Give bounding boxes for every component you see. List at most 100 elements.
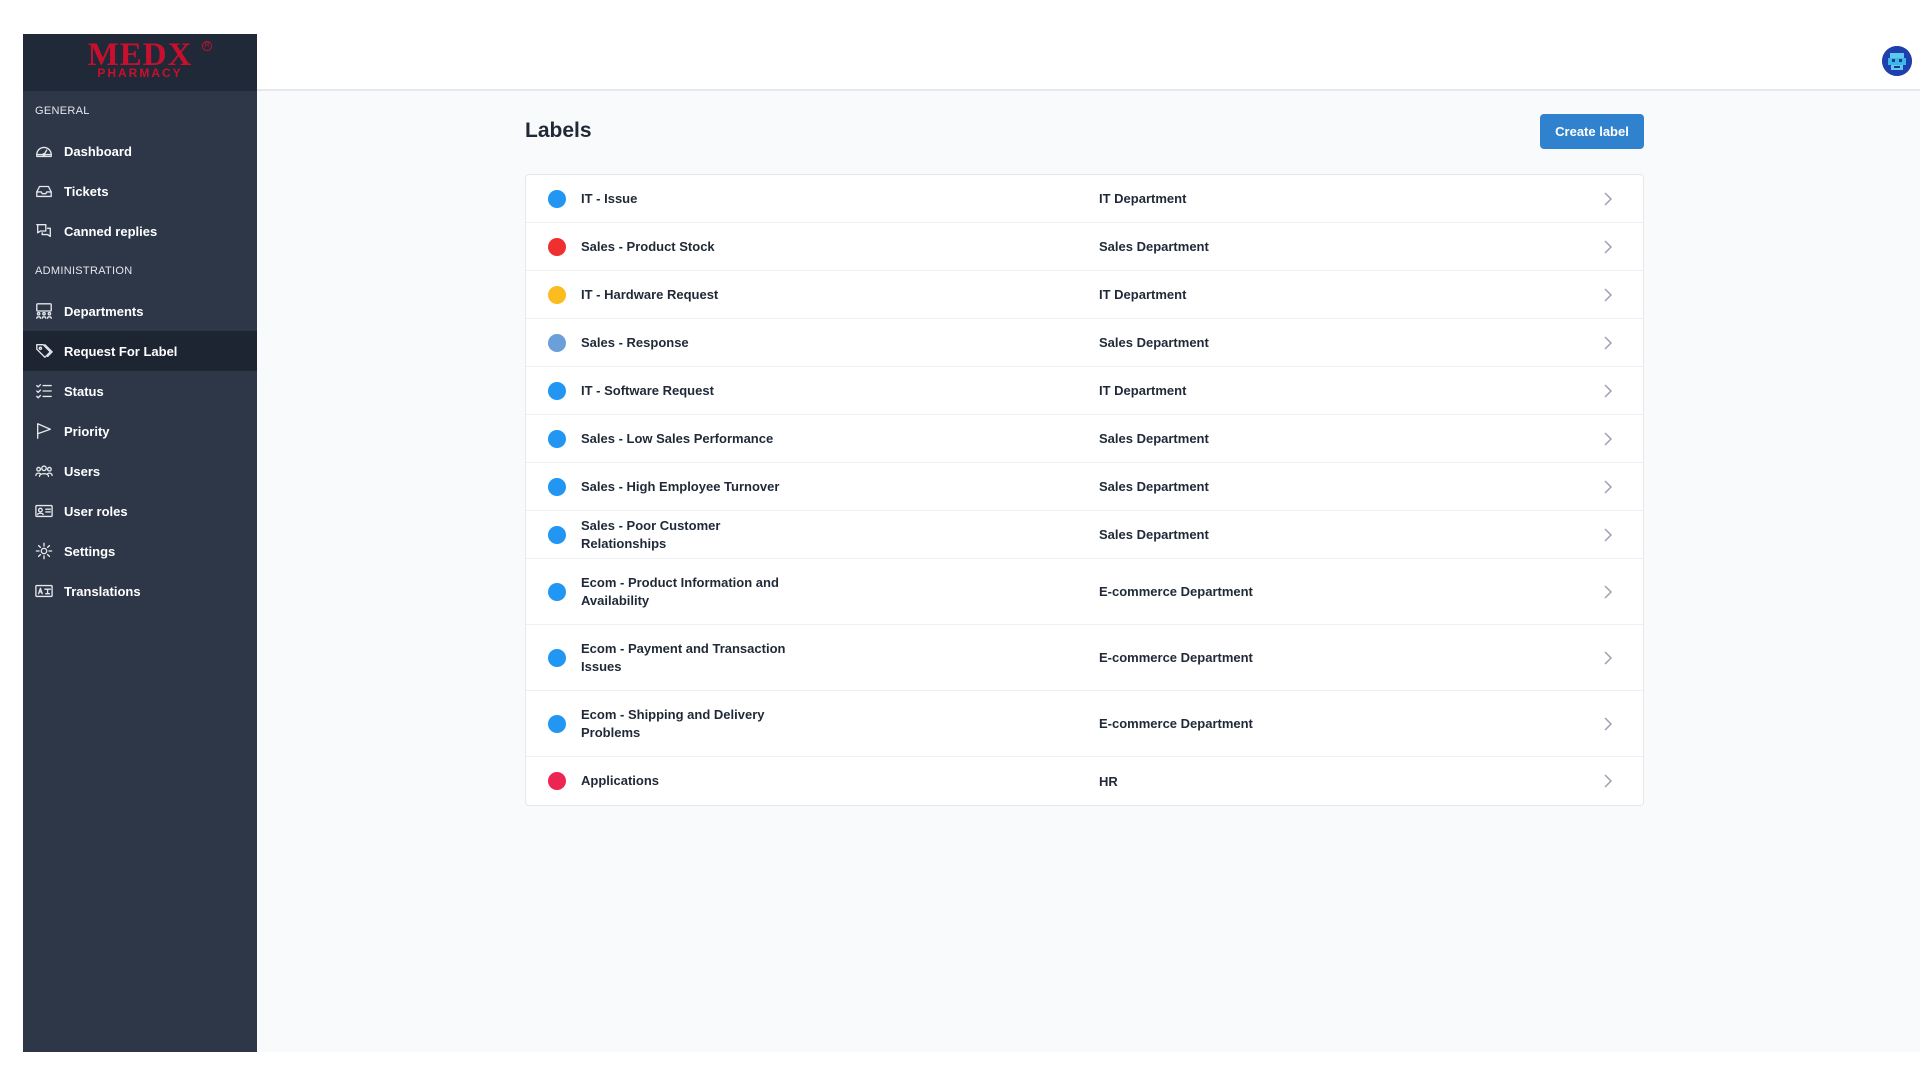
label-department: Sales Department (1099, 239, 1209, 254)
labels-list: IT - Issue IT Department Sales - Product S… (525, 174, 1644, 806)
label-color-dot (548, 525, 566, 544)
logo[interactable]: MEDX PHARMACY R (23, 34, 257, 91)
sidebar-item-label: Settings (64, 543, 116, 559)
dashboard-gauge-icon (35, 142, 53, 160)
label-row-content: Sales - High Employee Turnover Sales Depa… (526, 463, 1643, 510)
label-row[interactable]: Sales - Poor Customer Relationships Sales… (526, 511, 1643, 559)
sidebar-item-translations[interactable]: Translations (23, 571, 257, 611)
label-color-dot (548, 237, 566, 256)
page-header: Labels Create label (525, 91, 1644, 171)
label-name: IT - Issue (581, 190, 638, 206)
sidebar-item-dashboard[interactable]: Dashboard (23, 131, 257, 171)
label-row[interactable]: Ecom - Shipping and Delivery Problems E-c… (526, 691, 1643, 757)
sidebar-item-settings[interactable]: Settings (23, 531, 257, 571)
page-title: Labels (525, 119, 592, 142)
flag-icon (35, 422, 53, 440)
label-row-content: IT - Issue IT Department (526, 175, 1643, 222)
label-color-dot (548, 381, 566, 400)
sidebar-item-label: Status (64, 383, 104, 399)
sidebar-item-label: Request For Label (64, 343, 178, 359)
label-name: Sales - High Employee Turnover (581, 478, 780, 494)
label-department: IT Department (1099, 191, 1187, 206)
inbox-tray-icon (35, 182, 53, 200)
label-row[interactable]: Ecom - Payment and Transaction Issues E-c… (526, 625, 1643, 691)
chevron-right-icon (1603, 774, 1613, 788)
label-row-content: Sales - Low Sales Performance Sales Depar… (526, 415, 1643, 462)
sidebar-item-tickets[interactable]: Tickets (23, 171, 257, 211)
sidebar-item-users[interactable]: Users (23, 451, 257, 491)
label-row-content: Sales - Product Stock Sales Department (526, 223, 1643, 270)
chevron-right-icon (1603, 716, 1613, 731)
label-row[interactable]: Ecom - Product Information and Availabil… (526, 559, 1643, 625)
sidebar-item-label: Users (64, 463, 101, 479)
translate-icon (35, 582, 53, 600)
app-frame: MEDX PHARMACY R GENERAL Dashboard Ticket… (23, 34, 1920, 1052)
label-color-dot (548, 429, 566, 448)
main-area: Labels Create label IT - Issue IT Departm… (257, 34, 1920, 1052)
label-row[interactable]: Sales - Low Sales Performance Sales Depar… (526, 415, 1643, 463)
label-department: IT Department (1099, 383, 1187, 398)
label-row[interactable]: Sales - Product Stock Sales Department (526, 223, 1643, 271)
label-row[interactable]: IT - Software Request IT Department (526, 367, 1643, 415)
label-name: Ecom - Payment and Transaction Issues (581, 640, 786, 674)
sidebar-item-label: User roles (64, 503, 128, 519)
label-color-dot (548, 477, 566, 496)
chevron-right-icon (1603, 287, 1613, 302)
label-color-dot (548, 648, 566, 667)
chevron-right-icon (1603, 527, 1613, 542)
label-row-content: Sales - Poor Customer Relationships Sales… (526, 511, 1643, 558)
tags-icon (35, 342, 53, 360)
sidebar-item-departments[interactable]: Departments (23, 291, 257, 331)
sidebar-item-label: Dashboard (64, 143, 132, 159)
label-department: Sales Department (1099, 479, 1209, 494)
sidebar-item-priority[interactable]: Priority (23, 411, 257, 451)
label-name: Applications (581, 773, 660, 788)
create-label-button[interactable]: Create label (1540, 113, 1644, 149)
chevron-right-icon (1603, 650, 1613, 665)
gear-icon (35, 542, 53, 560)
label-row-content: Ecom - Product Information and Availabil… (526, 559, 1643, 624)
chat-bubbles-icon (35, 222, 53, 240)
checklist-icon (35, 382, 53, 400)
label-department: E-commerce Department (1099, 584, 1253, 599)
section-title-general: GENERAL (35, 105, 90, 117)
sidebar-item-label: Departments (64, 303, 144, 319)
id-card-icon (35, 502, 53, 520)
sidebar-item-canned-replies[interactable]: Canned replies (23, 211, 257, 251)
sidebar-item-request-for-label[interactable]: Request For Label (23, 331, 257, 371)
label-department: Sales Department (1099, 527, 1209, 542)
departments-icon (35, 302, 53, 320)
label-name: Ecom - Shipping and Delivery Problems (581, 706, 765, 740)
label-name: Sales - Poor Customer Relationships (581, 517, 721, 551)
label-color-dot (548, 285, 566, 304)
section-title-administration: ADMINISTRATION (35, 265, 133, 277)
label-row[interactable]: Sales - High Employee Turnover Sales Depa… (526, 463, 1643, 511)
label-department: Sales Department (1099, 431, 1209, 446)
label-row[interactable]: Sales - Response Sales Department (526, 319, 1643, 367)
top-bar (257, 34, 1920, 91)
label-department: E-commerce Department (1099, 716, 1253, 731)
label-name: IT - Software Request (581, 382, 714, 398)
sidebar-item-status[interactable]: Status (23, 371, 257, 411)
label-name: IT - Hardware Request (581, 286, 719, 302)
label-name: Sales - Low Sales Performance (581, 430, 774, 446)
label-color-dot (548, 189, 566, 208)
label-row[interactable]: IT - Hardware Request IT Department (526, 271, 1643, 319)
label-name: Ecom - Product Information and Availabil… (581, 574, 779, 608)
sidebar-item-user-roles[interactable]: User roles (23, 491, 257, 531)
sidebar-item-label: Canned replies (64, 223, 158, 239)
sidebar-item-label: Translations (64, 583, 141, 599)
label-row-content: IT - Hardware Request IT Department (526, 271, 1643, 318)
label-row[interactable]: Applications HR (526, 757, 1643, 805)
label-row-content: IT - Software Request IT Department (526, 367, 1643, 414)
label-department: Sales Department (1099, 335, 1209, 350)
label-row-content: Ecom - Payment and Transaction Issues E-c… (526, 625, 1643, 690)
label-department: HR (1099, 773, 1118, 789)
chevron-right-icon (1603, 383, 1613, 398)
user-avatar-icon[interactable] (1882, 46, 1912, 76)
label-row[interactable]: IT - Issue IT Department (526, 175, 1643, 223)
logo-subtitle: PHARMACY (97, 65, 183, 80)
sidebar-item-label: Priority (64, 423, 110, 439)
chevron-right-icon (1603, 335, 1613, 350)
label-name: Sales - Response (581, 334, 689, 350)
